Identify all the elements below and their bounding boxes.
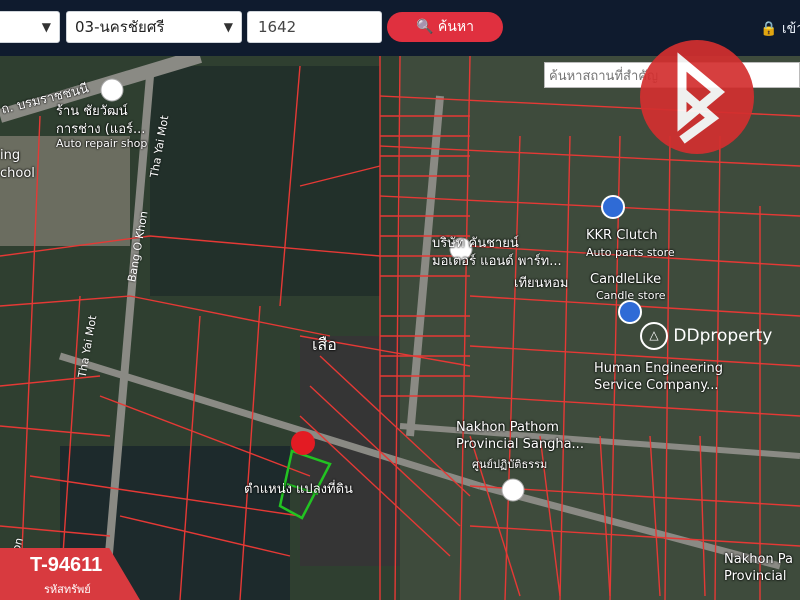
chevron-down-icon: ▼ xyxy=(41,20,51,34)
poi-label: KKR Clutch xyxy=(586,228,658,243)
search-button-label: ค้นหา xyxy=(437,19,474,35)
property-code-caption: รหัสทรัพย์ xyxy=(44,583,91,596)
poi-label: Provincial xyxy=(724,569,787,584)
area-label: เสือ xyxy=(312,335,337,354)
poi-category: Auto repair shop xyxy=(56,137,148,150)
lock-icon: 🔒 xyxy=(760,21,778,37)
poi-label: Nakhon Pathom xyxy=(456,420,559,435)
map-viewer: ▼ 03-นครชัยศรี ▼ 1642 🔍 ค้นหา 🔒 เข้าสู่ xyxy=(0,0,800,600)
poi-label: ing xyxy=(0,148,21,163)
search-button[interactable]: 🔍 ค้นหา xyxy=(387,12,503,42)
shop-pin-icon xyxy=(601,195,625,219)
brand-logo xyxy=(640,40,754,154)
poi-category: Auto parts store xyxy=(586,246,675,259)
login-label: เข้าสู่ xyxy=(781,21,800,37)
poi-label: เทียนหอม xyxy=(514,276,569,291)
property-code: T-94611 xyxy=(30,554,103,576)
poi-label: Service Company... xyxy=(594,378,719,393)
region-select[interactable]: ▼ xyxy=(0,11,60,43)
poi-label: chool xyxy=(0,166,35,181)
poi-label: มอเตอร์ แอนด์ พาร์ท... xyxy=(432,254,562,269)
parcel-number-input[interactable]: 1642 xyxy=(247,11,382,43)
poi-label: Human Engineering xyxy=(594,361,724,376)
search-icon: 🔍 xyxy=(416,19,434,35)
district-select[interactable]: 03-นครชัยศรี ▼ xyxy=(66,11,242,43)
watermark-text: DDproperty xyxy=(673,326,773,346)
poi-label: Nakhon Pa xyxy=(724,552,794,567)
parcel-label: ตำแหน่ง แปลงที่ดิน xyxy=(244,482,353,497)
poi-label: Provincial Sangha... xyxy=(456,437,584,452)
district-select-value: 03-นครชัยศรี xyxy=(75,18,165,36)
location-pin-icon[interactable] xyxy=(291,431,315,455)
chevron-down-icon: ▼ xyxy=(223,20,233,34)
poi-label: การช่าง (แอร์... xyxy=(56,122,146,137)
login-link[interactable]: 🔒 เข้าสู่ xyxy=(760,18,800,40)
map-poi-icon xyxy=(501,478,525,502)
poi-category: Candle store xyxy=(596,289,666,302)
poi-label: CandleLike xyxy=(590,272,662,287)
shop-pin-icon xyxy=(618,300,642,324)
ddproperty-logo-icon: △ xyxy=(640,322,668,350)
watermark: △ DDproperty xyxy=(640,322,772,350)
map-poi-icon xyxy=(100,78,124,102)
poi-label: ศูนย์ปฏิบัติธรรม xyxy=(472,458,548,471)
